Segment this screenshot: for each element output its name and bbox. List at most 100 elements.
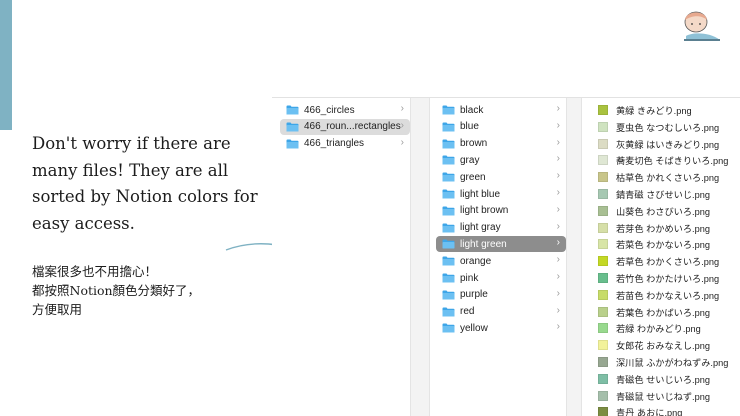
file-label: 枯草色 かれくさいろ.png (616, 173, 720, 184)
folder-label: orange (460, 255, 492, 267)
finder-window: 466_circles › 466_roun...rectangles › 466_tr… (272, 97, 740, 416)
folder-icon (442, 273, 460, 283)
color-swatch-icon (598, 306, 608, 317)
folder-label: light blue (460, 188, 501, 200)
color-swatch-icon (598, 323, 608, 334)
folder-label: 466_circles (304, 104, 355, 116)
file-row[interactable]: 枯草色 かれくさいろ.png (598, 169, 740, 185)
file-row[interactable]: 若草色 わかくさいろ.png (598, 253, 740, 269)
folder-icon (286, 139, 304, 149)
file-row[interactable]: 青丹 あおに.png (598, 404, 740, 416)
folder-row[interactable]: yellow › (436, 320, 566, 336)
color-swatch-icon (598, 222, 608, 233)
color-swatch-icon (598, 340, 608, 351)
folder-icon (442, 206, 460, 216)
file-row[interactable]: 黄緑 きみどり.png (598, 102, 740, 118)
folder-icon (442, 290, 460, 300)
column-divider (410, 98, 430, 416)
folder-icon (442, 239, 460, 249)
color-swatch-icon (598, 172, 608, 183)
chevron-right-icon: › (556, 119, 560, 131)
folder-icon (442, 155, 460, 165)
file-row[interactable]: 若芽色 わかめいろ.png (598, 220, 740, 236)
chevron-right-icon: › (556, 271, 560, 282)
file-label: 若菜色 わかないろ.png (616, 240, 710, 251)
file-row[interactable]: 若菜色 わかないろ.png (598, 236, 740, 252)
file-label: 灰黄緑 はいきみどり.png (616, 139, 720, 150)
folder-row[interactable]: light gray › (436, 220, 566, 236)
folder-icon (442, 122, 460, 132)
caption-english: Don't worry if there are many files! The… (32, 134, 258, 233)
folder-icon (442, 139, 460, 149)
folder-row[interactable]: gray › (436, 152, 566, 168)
color-swatch-icon (598, 205, 608, 216)
chevron-right-icon: › (556, 136, 560, 148)
file-row[interactable]: 夏虫色 なつむしいろ.png (598, 119, 740, 135)
folder-icon (442, 307, 460, 317)
file-label: 黄緑 きみどり.png (616, 106, 692, 116)
file-row[interactable]: 灰黄緑 はいきみどり.png (598, 136, 740, 152)
folder-icon (442, 223, 460, 233)
folder-row[interactable]: black › (436, 102, 566, 118)
chevron-right-icon: › (556, 287, 560, 299)
file-label: 青磁鼠 せいじねず.png (616, 391, 710, 402)
file-label: 若葉色 わかばいろ.png (616, 307, 710, 318)
folder-icon (442, 323, 460, 333)
folder-label: green (460, 171, 486, 183)
file-row[interactable]: 山葵色 わさびいろ.png (598, 203, 740, 219)
file-row[interactable]: 青磁色 せいじいろ.png (598, 371, 740, 387)
file-row[interactable]: 錆青磁 さびせいじ.png (598, 186, 740, 202)
file-label: 若草色 わかくさいろ.png (616, 257, 720, 268)
chevron-right-icon: › (556, 170, 560, 182)
folder-row[interactable]: orange › (436, 253, 566, 269)
file-row[interactable]: 若緑 わかみどり.png (598, 320, 740, 336)
file-label: 蕎麦切色 そばきりいろ.png (616, 156, 729, 167)
chevron-right-icon: › (556, 153, 560, 165)
folder-label: light brown (460, 205, 509, 217)
file-label: 女郎花 おみなえし.png (616, 341, 710, 352)
folder-icon (442, 189, 460, 199)
color-swatch-icon (598, 138, 608, 149)
file-row[interactable]: 蕎麦切色 そばきりいろ.png (598, 152, 740, 168)
file-label: 夏虫色 なつむしいろ.png (616, 122, 720, 133)
file-label: 青丹 あおに.png (616, 408, 683, 416)
folder-row[interactable]: 466_circles › (280, 102, 410, 118)
folder-row[interactable]: 466_triangles › (280, 136, 410, 152)
folder-row[interactable]: light blue › (436, 186, 566, 202)
folder-row[interactable]: 466_roun...rectangles › (280, 118, 410, 135)
folder-row[interactable]: light green › (436, 236, 566, 253)
file-row[interactable]: 青磁鼠 せいじねず.png (598, 388, 740, 404)
color-swatch-icon (598, 256, 608, 267)
chevron-right-icon: › (556, 187, 560, 198)
file-row[interactable]: 若苗色 わかなえいろ.png (598, 287, 740, 303)
folder-label: light green (460, 238, 507, 250)
folder-row[interactable]: red › (436, 304, 566, 320)
folder-row[interactable]: light brown › (436, 203, 566, 219)
folder-row[interactable]: green › (436, 169, 566, 185)
folder-row[interactable]: pink › (436, 270, 566, 286)
folder-label: 466_roun...rectangles (304, 121, 401, 133)
avatar-illustration (684, 11, 720, 41)
folder-label: light gray (460, 222, 501, 234)
column-divider (566, 98, 582, 416)
file-label: 青磁色 せいじいろ.png (616, 374, 710, 385)
color-swatch-icon (598, 289, 608, 300)
folder-icon (442, 172, 460, 182)
file-row[interactable]: 若葉色 わかばいろ.png (598, 304, 740, 320)
folder-label: purple (460, 289, 488, 301)
file-label: 若苗色 わかなえいろ.png (616, 290, 720, 301)
folder-row[interactable]: brown › (436, 136, 566, 152)
folder-row[interactable]: blue › (436, 119, 566, 135)
folder-icon (442, 105, 460, 115)
file-row[interactable]: 深川鼠 ふかがわねずみ.png (598, 354, 740, 370)
folder-label: pink (460, 272, 479, 284)
file-row[interactable]: 女郎花 おみなえし.png (598, 337, 740, 353)
chevron-right-icon: › (556, 304, 560, 316)
file-row[interactable]: 若竹色 わかたけいろ.png (598, 270, 740, 286)
chevron-right-icon: › (556, 203, 560, 215)
chevron-right-icon: › (556, 220, 560, 232)
file-label: 若緑 わかみどり.png (616, 324, 701, 335)
color-swatch-icon (598, 121, 608, 132)
folder-row[interactable]: purple › (436, 287, 566, 303)
color-swatch-icon (598, 357, 608, 367)
